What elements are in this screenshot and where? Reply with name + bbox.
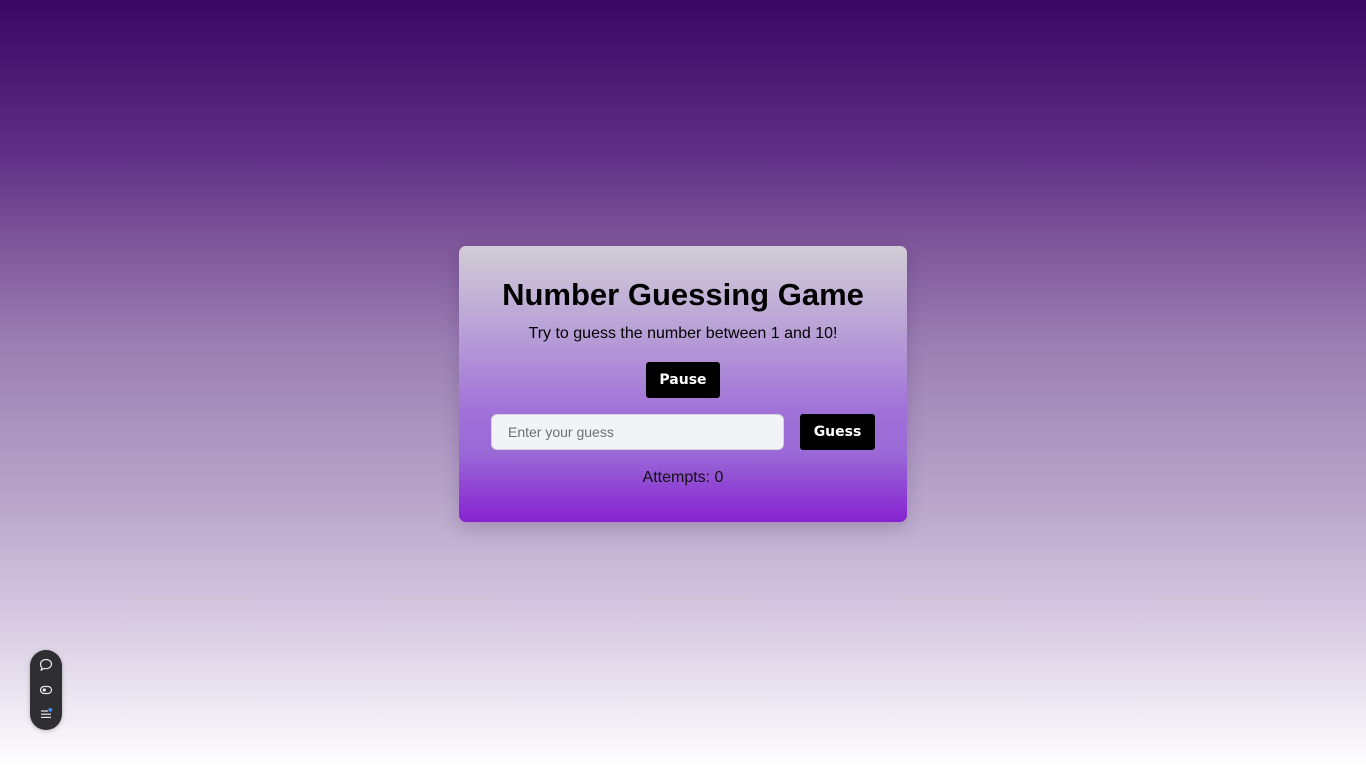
game-instructions: Try to guess the number between 1 and 10… — [528, 325, 838, 342]
guess-input[interactable] — [491, 414, 784, 450]
notification-dot — [48, 708, 53, 712]
guess-button[interactable]: Guess — [800, 414, 875, 450]
attempts-counter: Attempts: 0 — [642, 469, 724, 486]
pause-button[interactable]: Pause — [646, 362, 720, 398]
game-title: Number Guessing Game — [502, 277, 864, 312]
list-menu-icon[interactable] — [36, 704, 56, 724]
floating-toolbar — [30, 650, 62, 730]
eye-toggle-icon[interactable] — [36, 680, 56, 700]
chat-bubble-icon[interactable] — [36, 655, 56, 675]
game-card: Number Guessing Game Try to guess the nu… — [459, 246, 907, 522]
